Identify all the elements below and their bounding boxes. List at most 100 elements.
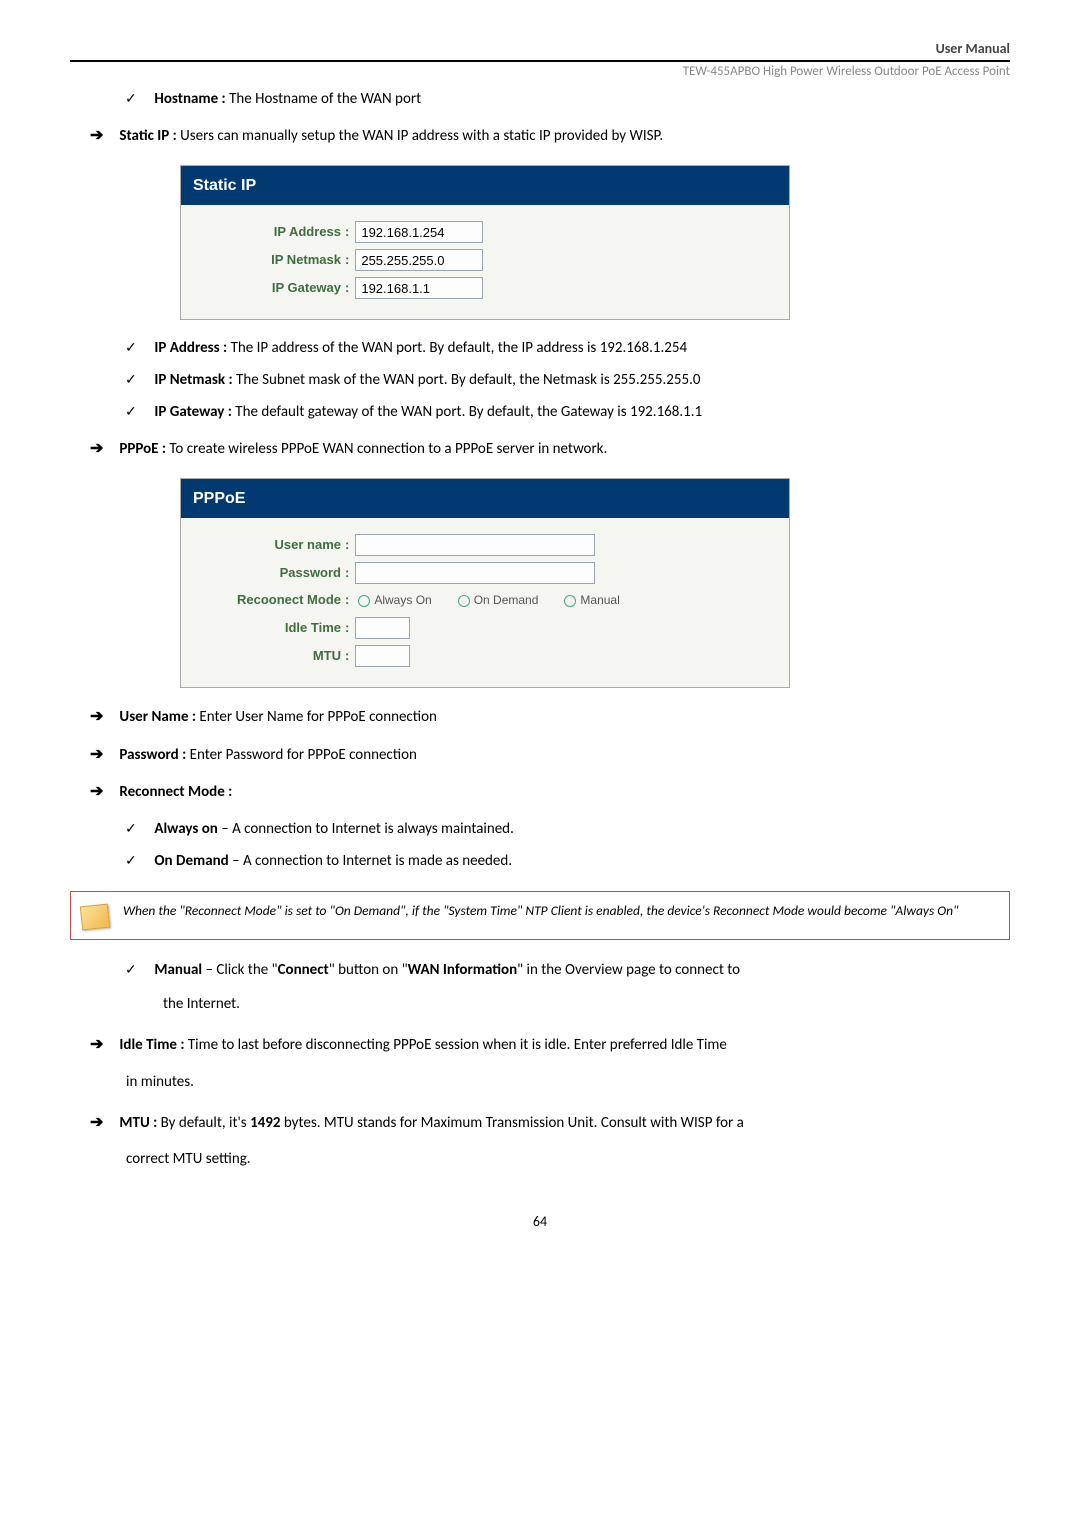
static-ip-panel-title: Static IP	[181, 166, 789, 206]
ip-address-note-text: The IP address of the WAN port. By defau…	[227, 339, 687, 357]
staticip-label: Static IP :	[119, 127, 176, 145]
on-demand-label: On Demand	[154, 852, 228, 870]
hostname-text: The Hostname of the WAN port	[226, 90, 421, 108]
password-note: ➔ Password : Enter Password for PPPoE co…	[90, 742, 1010, 768]
username-note: ➔ User Name : Enter User Name for PPPoE …	[90, 704, 1010, 730]
form-row-ip-gateway: IP Gateway :	[195, 277, 775, 299]
username-note-text: Enter User Name for PPPoE connection	[196, 708, 437, 726]
pppoe-panel-title: PPPoE	[181, 479, 789, 519]
arrow-icon: ➔	[90, 779, 106, 805]
note-text: When the "Reconnect Mode" is set to "On …	[123, 902, 958, 921]
ip-address-input[interactable]	[355, 221, 483, 243]
mtu-note-label: MTU :	[119, 1114, 157, 1132]
page-number: 64	[70, 1211, 1010, 1233]
reconnect-label: Recoonect Mode	[195, 590, 345, 611]
staticip-line: ➔ Static IP : Users can manually setup t…	[90, 123, 1010, 149]
manual-p1: – Click the "	[202, 961, 277, 979]
ip-address-label: IP Address	[195, 222, 345, 243]
ip-gateway-note-label: IP Gateway :	[154, 403, 231, 421]
check-icon: ✓	[125, 850, 139, 872]
note-icon	[80, 904, 110, 931]
header-subtitle: TEW-455APBO High Power Wireless Outdoor …	[70, 64, 1010, 79]
manual-b2: WAN Information	[408, 961, 518, 979]
manual-label: Manual	[154, 961, 202, 979]
header-divider	[70, 60, 1010, 62]
always-on-label: Always on	[154, 820, 217, 838]
hostname-label: Hostname :	[154, 90, 225, 108]
ip-address-note: ✓ IP Address : The IP address of the WAN…	[125, 336, 1010, 360]
radio-manual[interactable]: Manual	[564, 591, 619, 610]
pppoe-line: ➔ PPPoE : To create wireless PPPoE WAN c…	[90, 436, 1010, 462]
arrow-icon: ➔	[90, 1032, 106, 1058]
manual-note: ✓ Manual – Click the "Connect" button on…	[125, 958, 1010, 982]
ip-netmask-note: ✓ IP Netmask : The Subnet mask of the WA…	[125, 368, 1010, 392]
hostname-line: ✓ Hostname : The Hostname of the WAN por…	[125, 87, 1010, 111]
password-note-text: Enter Password for PPPoE connection	[186, 746, 417, 764]
ip-gateway-label: IP Gateway	[195, 278, 345, 299]
arrow-icon: ➔	[90, 123, 106, 149]
arrow-icon: ➔	[90, 436, 106, 462]
radio-label: On Demand	[474, 591, 539, 610]
check-icon: ✓	[125, 337, 139, 359]
arrow-icon: ➔	[90, 742, 106, 768]
radio-icon	[564, 595, 576, 607]
arrow-icon: ➔	[90, 1110, 106, 1136]
idle-label: Idle Time :	[119, 1036, 184, 1054]
check-icon: ✓	[125, 401, 139, 423]
radio-always-on[interactable]: Always On	[358, 591, 431, 610]
check-icon: ✓	[125, 959, 139, 981]
ip-gateway-note-text: The default gateway of the WAN port. By …	[232, 403, 702, 421]
username-note-label: User Name :	[119, 708, 196, 726]
password-note-label: Password :	[119, 746, 186, 764]
header-title: User Manual	[70, 40, 1010, 57]
on-demand-text: – A connection to Internet is made as ne…	[229, 852, 512, 870]
colon: :	[345, 222, 349, 243]
ip-gateway-input[interactable]	[355, 277, 483, 299]
always-on-text: – A connection to Internet is always mai…	[218, 820, 514, 838]
check-icon: ✓	[125, 88, 139, 110]
radio-label: Always On	[374, 591, 431, 610]
colon: :	[345, 250, 349, 271]
form-row-mtu: MTU :	[195, 645, 775, 667]
manual-cont: the Internet.	[163, 992, 1010, 1016]
idle-note: ➔ Idle Time : Time to last before discon…	[90, 1032, 1010, 1058]
check-icon: ✓	[125, 818, 139, 840]
check-icon: ✓	[125, 369, 139, 391]
radio-icon	[358, 595, 370, 607]
form-row-ip-netmask: IP Netmask :	[195, 249, 775, 271]
form-row-username: User name :	[195, 534, 775, 556]
username-input[interactable]	[355, 534, 595, 556]
mtu-cont: correct MTU setting.	[126, 1147, 1010, 1171]
password-input[interactable]	[355, 562, 595, 584]
ip-netmask-input[interactable]	[355, 249, 483, 271]
form-row-reconnect: Recoonect Mode : Always On On Demand Man…	[195, 590, 775, 611]
ip-netmask-note-label: IP Netmask :	[154, 371, 232, 389]
idletime-input[interactable]	[355, 617, 410, 639]
colon: :	[345, 563, 349, 584]
colon: :	[345, 590, 349, 611]
ip-netmask-label: IP Netmask	[195, 250, 345, 271]
ip-netmask-note-text: The Subnet mask of the WAN port. By defa…	[233, 371, 701, 389]
note-box: When the "Reconnect Mode" is set to "On …	[70, 891, 1010, 940]
radio-on-demand[interactable]: On Demand	[458, 591, 539, 610]
idle-text: Time to last before disconnecting PPPoE …	[184, 1036, 726, 1054]
always-on-note: ✓ Always on – A connection to Internet i…	[125, 817, 1010, 841]
username-label: User name	[195, 535, 345, 556]
colon: :	[345, 618, 349, 639]
password-label: Password	[195, 563, 345, 584]
mtu-b1: 1492	[250, 1114, 280, 1132]
idle-cont: in minutes.	[126, 1070, 1010, 1094]
radio-label: Manual	[580, 591, 619, 610]
ip-address-note-label: IP Address :	[154, 339, 227, 357]
form-row-password: Password :	[195, 562, 775, 584]
mtu-note: ➔ MTU : By default, it's 1492 bytes. MTU…	[90, 1110, 1010, 1136]
static-ip-panel: Static IP IP Address : IP Netmask : IP G…	[180, 165, 790, 321]
manual-p2: " button on "	[329, 961, 408, 979]
page-content: ✓ Hostname : The Hostname of the WAN por…	[70, 87, 1010, 1234]
mtu-input[interactable]	[355, 645, 410, 667]
reconnect-note: ➔ Reconnect Mode :	[90, 779, 1010, 805]
radio-icon	[458, 595, 470, 607]
reconnect-radio-group: Always On On Demand Manual	[355, 591, 619, 610]
on-demand-note: ✓ On Demand – A connection to Internet i…	[125, 849, 1010, 873]
colon: :	[345, 535, 349, 556]
